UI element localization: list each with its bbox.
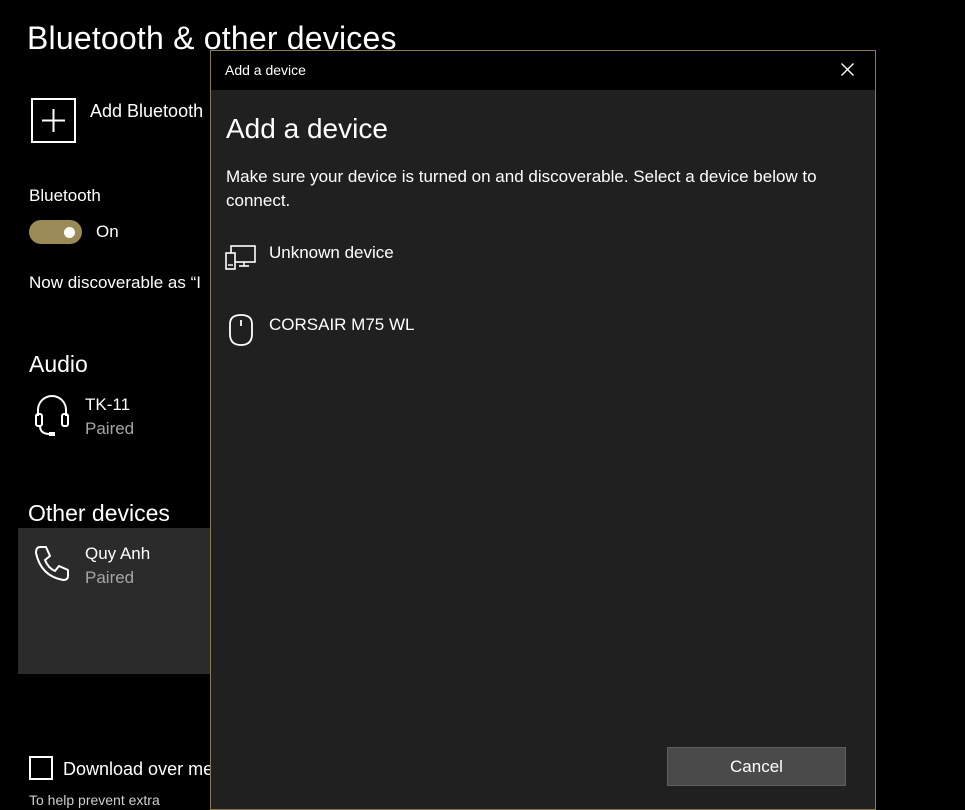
add-bluetooth-label[interactable]: Add Bluetooth [90, 101, 203, 122]
other-device-item[interactable]: Quy Anh Paired [18, 528, 218, 674]
add-bluetooth-button[interactable] [31, 98, 76, 143]
audio-section-heading: Audio [29, 351, 88, 377]
bottom-help-text: To help prevent extra [29, 792, 160, 808]
dialog-titlebar[interactable]: Add a device [211, 51, 875, 90]
add-device-dialog: Add a device Add a device Make sure your… [210, 50, 876, 810]
dialog-heading: Add a device [226, 113, 388, 144]
dialog-description: Make sure your device is turned on and d… [226, 167, 817, 210]
discoverable-text: Now discoverable as “I [29, 273, 201, 292]
cancel-button[interactable]: Cancel [667, 747, 846, 786]
audio-device-status: Paired [85, 419, 135, 438]
close-icon [841, 63, 854, 76]
dialog-window-title: Add a device [225, 62, 306, 78]
bluetooth-toggle[interactable] [29, 220, 82, 244]
headset-icon [35, 395, 69, 436]
toggle-knob [64, 227, 75, 238]
download-checkbox[interactable] [29, 756, 53, 780]
other-device-name: Quy Anh [85, 544, 151, 563]
audio-device-name: TK-11 [85, 395, 131, 414]
device-name-corsair: CORSAIR M75 WL [269, 315, 415, 334]
mouse-icon [229, 314, 253, 346]
device-name-unknown: Unknown device [269, 243, 394, 262]
device-item-corsair[interactable]: CORSAIR M75 WL [225, 313, 845, 365]
other-devices-heading: Other devices [28, 500, 170, 526]
device-item-unknown[interactable]: Unknown device [225, 241, 845, 293]
bluetooth-label: Bluetooth [29, 186, 101, 205]
plus-icon [42, 109, 65, 132]
download-label[interactable]: Download over me [63, 759, 213, 780]
other-device-status: Paired [85, 568, 135, 587]
display-device-icon [225, 245, 256, 270]
bluetooth-toggle-state: On [96, 222, 119, 241]
phone-icon [35, 546, 69, 581]
close-button[interactable] [819, 51, 875, 90]
audio-device-item[interactable]: TK-11 Paired [18, 388, 208, 448]
